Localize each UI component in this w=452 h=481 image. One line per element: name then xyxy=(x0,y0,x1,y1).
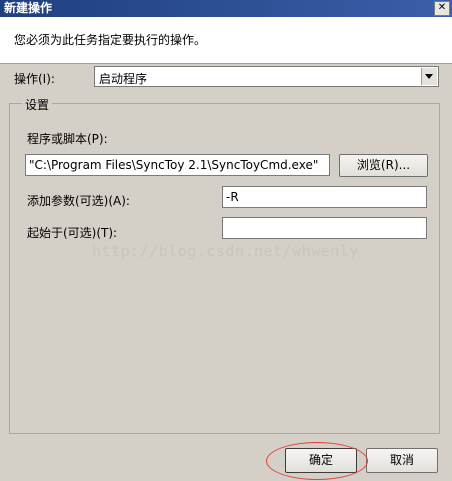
settings-group-label: 设置 xyxy=(22,96,53,113)
action-label: 操作(I): xyxy=(14,72,55,86)
browse-button[interactable]: 浏览(R)... xyxy=(339,154,428,177)
close-button[interactable]: ✕ xyxy=(434,1,450,16)
program-label: 程序或脚本(P): xyxy=(27,132,108,146)
start-in-label: 起始于(可选)(T): xyxy=(27,226,118,240)
settings-group xyxy=(9,103,440,434)
description-panel: 您必须为此任务指定要执行的操作。 xyxy=(0,17,452,64)
window-title: 新建操作 xyxy=(4,1,53,15)
watermark-text: http://blog.csdn.net/whwenly xyxy=(92,242,359,260)
chevron-down-icon[interactable] xyxy=(421,68,437,85)
title-bar: 新建操作 ✕ xyxy=(0,0,452,17)
description-text: 您必须为此任务指定要执行的操作。 xyxy=(14,33,207,47)
action-select-value: 启动程序 xyxy=(99,72,148,86)
program-input[interactable]: "C:\Program Files\SyncToy 2.1\SyncToyCmd… xyxy=(25,154,330,176)
start-in-input[interactable] xyxy=(222,217,427,239)
cancel-button[interactable]: 取消 xyxy=(366,448,438,473)
action-select[interactable]: 启动程序 xyxy=(94,66,439,87)
args-label: 添加参数(可选)(A): xyxy=(27,194,130,208)
args-input[interactable]: -R xyxy=(222,186,427,208)
highlight-ellipse xyxy=(266,442,368,480)
